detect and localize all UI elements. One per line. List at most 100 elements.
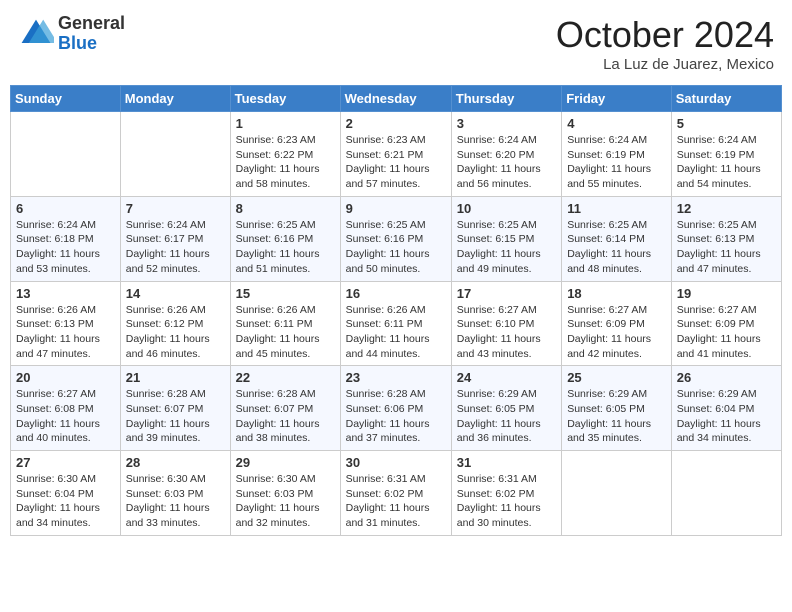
- calendar-cell: 16 Sunrise: 6:26 AMSunset: 6:11 PMDayligh…: [340, 281, 451, 366]
- day-number: 14: [126, 286, 225, 301]
- calendar-cell: 6Sunrise: 6:24 AMSunset: 6:18 PMDaylight…: [11, 196, 121, 281]
- calendar-cell: [562, 451, 672, 536]
- calendar-cell: 15 Sunrise: 6:26 AMSunset: 6:11 PMDayligh…: [230, 281, 340, 366]
- calendar-cell: 18 Sunrise: 6:27 AMSunset: 6:09 PMDayligh…: [562, 281, 672, 366]
- day-number: 22: [236, 370, 335, 385]
- calendar-cell: 25 Sunrise: 6:29 AMSunset: 6:05 PMDayligh…: [562, 366, 672, 451]
- day-number: 3: [457, 116, 556, 131]
- calendar-week-4: 27Sunrise: 6:30 AMSunset: 6:04 PMDayligh…: [11, 451, 782, 536]
- calendar-week-0: 1 Sunrise: 6:23 AMSunset: 6:22 PMDaylight…: [11, 112, 782, 197]
- day-header-sunday: Sunday: [11, 86, 121, 112]
- day-number: 11: [567, 201, 666, 216]
- logo-icon: [18, 16, 54, 52]
- day-info: Sunrise: 6:29 AMSunset: 6:04 PMDaylight:…: [677, 387, 776, 446]
- page-container: General Blue October 2024 La Luz de Juar…: [10, 10, 782, 536]
- calendar-cell: 29Sunrise: 6:30 AMSunset: 6:03 PMDayligh…: [230, 451, 340, 536]
- day-number: 6: [16, 201, 115, 216]
- day-info: Sunrise: 6:25 AMSunset: 6:16 PMDaylight:…: [346, 218, 446, 277]
- day-info: Sunrise: 6:25 AMSunset: 6:13 PMDaylight:…: [677, 218, 776, 277]
- calendar-cell: 8 Sunrise: 6:25 AMSunset: 6:16 PMDaylight…: [230, 196, 340, 281]
- day-info: Sunrise: 6:26 AMSunset: 6:11 PMDaylight:…: [346, 303, 446, 362]
- calendar-cell: 23 Sunrise: 6:28 AMSunset: 6:06 PMDayligh…: [340, 366, 451, 451]
- day-info: Sunrise: 6:31 AMSunset: 6:02 PMDaylight:…: [346, 472, 446, 531]
- calendar-cell: 13Sunrise: 6:26 AMSunset: 6:13 PMDayligh…: [11, 281, 121, 366]
- month-title: October 2024: [556, 14, 774, 56]
- day-info: Sunrise: 6:24 AMSunset: 6:17 PMDaylight:…: [126, 218, 225, 277]
- calendar-cell: 2Sunrise: 6:23 AMSunset: 6:21 PMDaylight…: [340, 112, 451, 197]
- day-info: Sunrise: 6:27 AMSunset: 6:09 PMDaylight:…: [677, 303, 776, 362]
- day-number: 1: [236, 116, 335, 131]
- day-number: 15: [236, 286, 335, 301]
- day-info: Sunrise: 6:28 AMSunset: 6:06 PMDaylight:…: [346, 387, 446, 446]
- day-header-saturday: Saturday: [671, 86, 781, 112]
- day-info: Sunrise: 6:26 AMSunset: 6:11 PMDaylight:…: [236, 303, 335, 362]
- day-number: 16: [346, 286, 446, 301]
- day-info: Sunrise: 6:25 AMSunset: 6:14 PMDaylight:…: [567, 218, 666, 277]
- day-number: 19: [677, 286, 776, 301]
- calendar-cell: [11, 112, 121, 197]
- calendar-cell: 3Sunrise: 6:24 AMSunset: 6:20 PMDaylight…: [451, 112, 561, 197]
- header: General Blue October 2024 La Luz de Juar…: [10, 10, 782, 77]
- day-number: 9: [346, 201, 446, 216]
- day-number: 8: [236, 201, 335, 216]
- day-number: 30: [346, 455, 446, 470]
- calendar-cell: 12Sunrise: 6:25 AMSunset: 6:13 PMDayligh…: [671, 196, 781, 281]
- day-info: Sunrise: 6:29 AMSunset: 6:05 PMDaylight:…: [457, 387, 556, 446]
- day-number: 27: [16, 455, 115, 470]
- day-info: Sunrise: 6:24 AMSunset: 6:19 PMDaylight:…: [677, 133, 776, 192]
- logo: General Blue: [18, 14, 125, 54]
- day-info: Sunrise: 6:29 AMSunset: 6:05 PMDaylight:…: [567, 387, 666, 446]
- day-number: 20: [16, 370, 115, 385]
- calendar-week-1: 6Sunrise: 6:24 AMSunset: 6:18 PMDaylight…: [11, 196, 782, 281]
- day-info: Sunrise: 6:24 AMSunset: 6:19 PMDaylight:…: [567, 133, 666, 192]
- day-header-tuesday: Tuesday: [230, 86, 340, 112]
- calendar-cell: 11 Sunrise: 6:25 AMSunset: 6:14 PMDayligh…: [562, 196, 672, 281]
- calendar-cell: 22 Sunrise: 6:28 AMSunset: 6:07 PMDayligh…: [230, 366, 340, 451]
- day-number: 25: [567, 370, 666, 385]
- day-number: 7: [126, 201, 225, 216]
- calendar-cell: 26 Sunrise: 6:29 AMSunset: 6:04 PMDayligh…: [671, 366, 781, 451]
- day-number: 26: [677, 370, 776, 385]
- calendar-cell: 19 Sunrise: 6:27 AMSunset: 6:09 PMDayligh…: [671, 281, 781, 366]
- calendar-cell: 9 Sunrise: 6:25 AMSunset: 6:16 PMDaylight…: [340, 196, 451, 281]
- day-info: Sunrise: 6:28 AMSunset: 6:07 PMDaylight:…: [126, 387, 225, 446]
- day-header-friday: Friday: [562, 86, 672, 112]
- day-info: Sunrise: 6:30 AMSunset: 6:03 PMDaylight:…: [126, 472, 225, 531]
- day-info: Sunrise: 6:25 AMSunset: 6:15 PMDaylight:…: [457, 218, 556, 277]
- day-info: Sunrise: 6:26 AMSunset: 6:12 PMDaylight:…: [126, 303, 225, 362]
- day-info: Sunrise: 6:28 AMSunset: 6:07 PMDaylight:…: [236, 387, 335, 446]
- day-number: 23: [346, 370, 446, 385]
- day-info: Sunrise: 6:31 AMSunset: 6:02 PMDaylight:…: [457, 472, 556, 531]
- calendar-cell: 30 Sunrise: 6:31 AMSunset: 6:02 PMDayligh…: [340, 451, 451, 536]
- day-number: 5: [677, 116, 776, 131]
- title-block: October 2024 La Luz de Juarez, Mexico: [556, 14, 774, 73]
- calendar-cell: [671, 451, 781, 536]
- calendar-cell: 21 Sunrise: 6:28 AMSunset: 6:07 PMDayligh…: [120, 366, 230, 451]
- calendar-cell: 28 Sunrise: 6:30 AMSunset: 6:03 PMDayligh…: [120, 451, 230, 536]
- day-info: Sunrise: 6:27 AMSunset: 6:09 PMDaylight:…: [567, 303, 666, 362]
- day-number: 24: [457, 370, 556, 385]
- day-info: Sunrise: 6:23 AMSunset: 6:22 PMDaylight:…: [236, 133, 335, 192]
- day-number: 28: [126, 455, 225, 470]
- calendar-week-2: 13Sunrise: 6:26 AMSunset: 6:13 PMDayligh…: [11, 281, 782, 366]
- calendar-cell: 7 Sunrise: 6:24 AMSunset: 6:17 PMDaylight…: [120, 196, 230, 281]
- calendar-cell: 20 Sunrise: 6:27 AMSunset: 6:08 PMDayligh…: [11, 366, 121, 451]
- logo-blue: Blue: [58, 34, 125, 54]
- calendar-header-row: SundayMondayTuesdayWednesdayThursdayFrid…: [11, 86, 782, 112]
- calendar-cell: 10 Sunrise: 6:25 AMSunset: 6:15 PMDayligh…: [451, 196, 561, 281]
- day-number: 31: [457, 455, 556, 470]
- day-number: 17: [457, 286, 556, 301]
- day-number: 18: [567, 286, 666, 301]
- day-info: Sunrise: 6:27 AMSunset: 6:10 PMDaylight:…: [457, 303, 556, 362]
- day-info: Sunrise: 6:25 AMSunset: 6:16 PMDaylight:…: [236, 218, 335, 277]
- day-info: Sunrise: 6:27 AMSunset: 6:08 PMDaylight:…: [16, 387, 115, 446]
- day-header-monday: Monday: [120, 86, 230, 112]
- day-number: 21: [126, 370, 225, 385]
- day-number: 29: [236, 455, 335, 470]
- day-number: 10: [457, 201, 556, 216]
- calendar-week-3: 20 Sunrise: 6:27 AMSunset: 6:08 PMDayligh…: [11, 366, 782, 451]
- calendar-cell: 14 Sunrise: 6:26 AMSunset: 6:12 PMDayligh…: [120, 281, 230, 366]
- day-number: 4: [567, 116, 666, 131]
- calendar-cell: 31 Sunrise: 6:31 AMSunset: 6:02 PMDayligh…: [451, 451, 561, 536]
- day-header-wednesday: Wednesday: [340, 86, 451, 112]
